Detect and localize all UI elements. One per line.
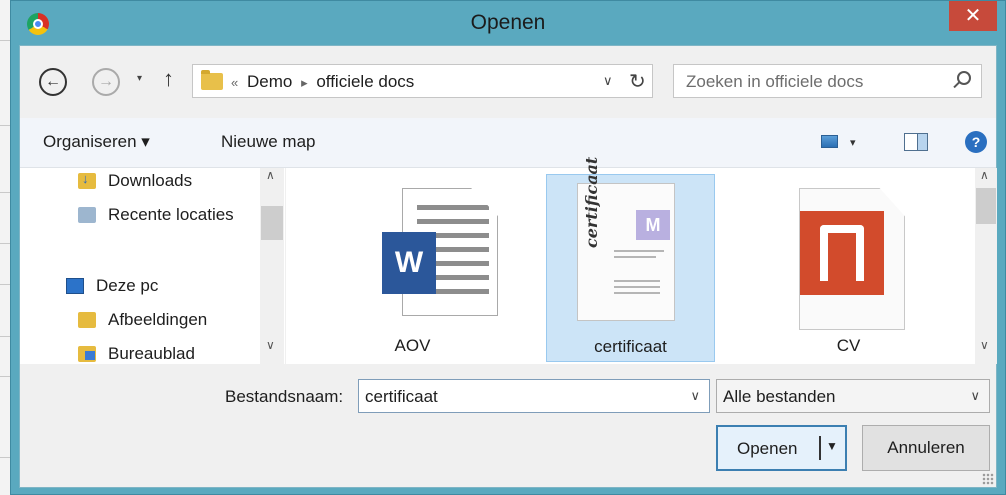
computer-icon (66, 278, 84, 294)
scrollbar-thumb[interactable] (261, 206, 283, 240)
sidebar-item-label: Deze pc (96, 276, 159, 295)
dialog-footer: Bestandsnaam: certificaat ∨ Alle bestand… (20, 364, 996, 487)
file-type-select[interactable]: Alle bestanden ∨ (716, 379, 990, 413)
view-options-dropdown[interactable]: ▾ (850, 136, 856, 149)
filename-value: certificaat (365, 387, 438, 406)
close-button[interactable]: ✕ (949, 1, 997, 31)
search-placeholder: Zoeken in officiele docs (686, 72, 864, 91)
file-type-value: Alle bestanden (723, 387, 836, 406)
open-options-dropdown[interactable]: ▼ (826, 439, 838, 453)
preview-pane-icon[interactable] (904, 133, 928, 151)
scroll-up-icon[interactable]: ∧ (266, 168, 275, 182)
breadcrumb-separator-icon[interactable]: ▸ (301, 75, 308, 90)
open-button[interactable]: Openen ▼ (716, 425, 847, 471)
file-list: W AOV certificaat M certificaat CV ∧ ∨ (286, 157, 997, 364)
folder-icon (201, 70, 223, 90)
certificate-document-icon: certificaat M (577, 157, 675, 321)
refresh-icon[interactable]: ↻ (629, 69, 646, 94)
pdf-badge (800, 211, 884, 295)
open-file-dialog: Openen ✕ ← → ▾ ↑ « Demo ▸ officiele docs… (10, 0, 1006, 495)
resize-grip-icon[interactable] (982, 473, 994, 485)
navigation-scrollbar[interactable]: ∧ ∨ (260, 168, 284, 364)
command-toolbar: Organiseren ▾ Nieuwe map ▾ ? (20, 118, 996, 168)
dialog-title: Openen (470, 11, 546, 34)
breadcrumb-item-demo[interactable]: Demo (247, 72, 292, 91)
search-icon[interactable] (957, 71, 971, 85)
breadcrumb-overflow[interactable]: « (231, 75, 238, 90)
filename-input[interactable]: certificaat ∨ (358, 379, 710, 413)
back-button[interactable]: ← (39, 68, 67, 96)
breadcrumb: « Demo ▸ officiele docs (231, 72, 418, 92)
file-item-aov[interactable]: W AOV (328, 174, 498, 362)
file-name: AOV (394, 336, 431, 355)
cancel-button[interactable]: Annuleren (862, 425, 990, 471)
search-input[interactable]: Zoeken in officiele docs (673, 64, 982, 98)
file-name: CV (836, 336, 861, 355)
breadcrumb-item-officiele-docs[interactable]: officiele docs (316, 72, 414, 91)
file-name: certificaat (594, 337, 667, 356)
file-item-certificaat[interactable]: certificaat M certificaat (546, 157, 715, 362)
word-badge: W (382, 232, 436, 294)
new-folder-button[interactable]: Nieuwe map (221, 132, 316, 152)
downloads-icon (78, 171, 96, 189)
file-list-scrollbar[interactable]: ∧ ∨ (975, 168, 997, 364)
scroll-down-icon[interactable]: ∨ (266, 338, 275, 352)
split-divider (819, 436, 821, 460)
desktop-folder-icon (78, 346, 96, 362)
sidebar-item-label: Bureaublad (108, 344, 195, 363)
scrollbar-thumb[interactable] (976, 188, 996, 224)
organize-button[interactable]: Organiseren ▾ (43, 132, 150, 152)
address-bar[interactable]: « Demo ▸ officiele docs ∨ ↻ (192, 64, 653, 98)
sidebar-item-label: Downloads (108, 171, 193, 190)
up-one-level-button[interactable]: ↑ (163, 66, 174, 92)
recent-places-icon (78, 207, 96, 223)
chevron-down-icon: ∨ (970, 388, 980, 403)
title-bar[interactable]: Openen ✕ (11, 1, 1005, 45)
scroll-up-icon[interactable]: ∧ (980, 168, 989, 182)
pdf-document-icon (799, 188, 905, 330)
open-button-label: Openen (737, 439, 798, 458)
dialog-body: ← → ▾ ↑ « Demo ▸ officiele docs ∨ ↻ Zoek… (19, 45, 997, 488)
file-item-cv[interactable]: CV (764, 174, 933, 362)
address-dropdown-icon[interactable]: ∨ (603, 73, 613, 89)
recent-locations-dropdown[interactable]: ▾ (137, 73, 142, 84)
navigation-pane: Downloads Recente locaties Deze pc Afbee… (20, 168, 285, 364)
change-view-icon[interactable] (821, 135, 838, 148)
forward-button[interactable]: → (92, 68, 120, 96)
scroll-down-icon[interactable]: ∨ (980, 338, 989, 352)
help-icon[interactable]: ? (965, 131, 987, 153)
address-row: ← → ▾ ↑ « Demo ▸ officiele docs ∨ ↻ Zoek… (20, 46, 996, 118)
certificate-watermark: M (636, 210, 670, 240)
filename-label: Bestandsnaam: (225, 387, 344, 406)
filename-history-icon[interactable]: ∨ (690, 388, 700, 404)
sidebar-item-label: Recente locaties (108, 205, 234, 224)
sidebar-item-label: Afbeeldingen (108, 310, 208, 329)
pictures-folder-icon (78, 312, 96, 328)
certificate-thumbnail-art: certificaat (582, 156, 601, 248)
